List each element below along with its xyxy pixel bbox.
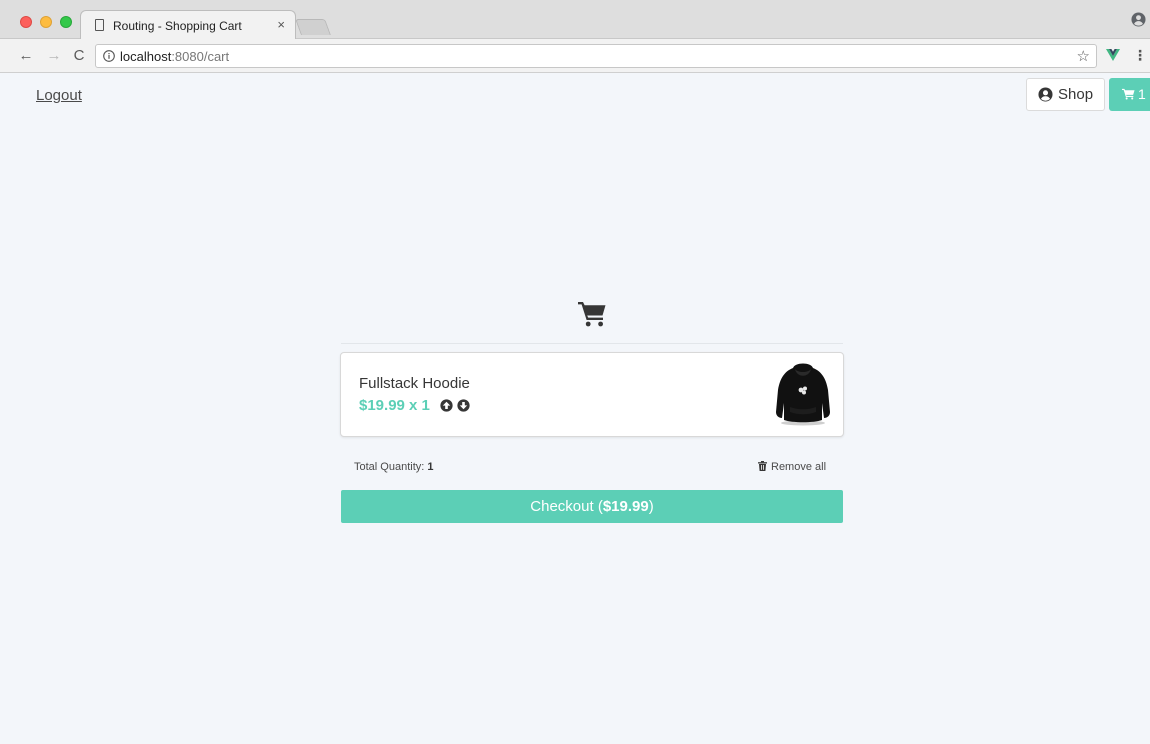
item-name: Fullstack Hoodie (359, 375, 470, 392)
reload-button[interactable]: C (70, 47, 88, 65)
browser-titlebar: Routing - Shopping Cart × (0, 0, 1150, 40)
hoodie-product-image (776, 363, 830, 426)
shopping-cart-icon (578, 302, 606, 327)
bookmark-star-icon[interactable]: ☆ (1077, 47, 1090, 65)
browser-tab[interactable]: Routing - Shopping Cart × (80, 10, 296, 40)
url-path: :8080/cart (171, 49, 230, 64)
increase-quantity-icon[interactable] (440, 399, 453, 412)
cart-count: 1 (1138, 86, 1146, 102)
browser-toolbar: ← → C localhost:8080/cart ☆ ⋮ (0, 39, 1150, 73)
total-quantity-label: Total Quantity: (354, 461, 425, 473)
kebab-menu-icon[interactable]: ⋮ (1133, 48, 1147, 62)
url-text: localhost:8080/cart (120, 49, 229, 64)
checkout-suffix: ) (648, 498, 654, 515)
checkout-amount: $19.99 (602, 498, 649, 515)
tab-title: Routing - Shopping Cart (113, 19, 242, 33)
remove-all-button[interactable]: Remove all (758, 461, 826, 473)
forward-button[interactable]: → (45, 47, 63, 65)
item-price-quantity: $19.99 x 1 (359, 397, 430, 414)
user-circle-icon (1038, 87, 1053, 102)
cart-divider (341, 343, 843, 344)
address-bar[interactable]: localhost:8080/cart ☆ (95, 44, 1097, 68)
page-icon (95, 19, 104, 31)
decrease-quantity-icon[interactable] (457, 399, 470, 412)
window-minimize-button[interactable] (40, 16, 52, 28)
logout-link[interactable]: Logout (36, 87, 82, 104)
window-close-button[interactable] (20, 16, 32, 28)
new-tab-button[interactable] (295, 19, 331, 35)
cart-icon (1122, 88, 1135, 100)
checkout-prefix: Checkout ( (530, 498, 603, 515)
url-host: localhost (120, 49, 172, 64)
profile-icon[interactable] (1131, 12, 1146, 27)
page-content: Logout Shop 1 Fullstack Hoodie $19.99 x … (0, 73, 1150, 744)
total-quantity: Total Quantity: 1 (354, 461, 434, 473)
info-icon[interactable] (103, 50, 115, 62)
trash-icon (758, 461, 767, 471)
total-quantity-value: 1 (427, 461, 434, 473)
shop-button-label: Shop (1058, 86, 1094, 103)
vue-devtools-icon[interactable] (1106, 48, 1120, 62)
cart-item: Fullstack Hoodie $19.99 x 1 (340, 352, 844, 437)
shop-button[interactable]: Shop (1026, 78, 1105, 111)
tab-close-button[interactable]: × (277, 17, 285, 32)
back-button[interactable]: ← (17, 47, 35, 65)
checkout-button[interactable]: Checkout ($19.99) (341, 490, 843, 523)
window-maximize-button[interactable] (60, 16, 72, 28)
remove-all-label: Remove all (771, 461, 827, 473)
cart-button[interactable]: 1 (1109, 78, 1150, 111)
